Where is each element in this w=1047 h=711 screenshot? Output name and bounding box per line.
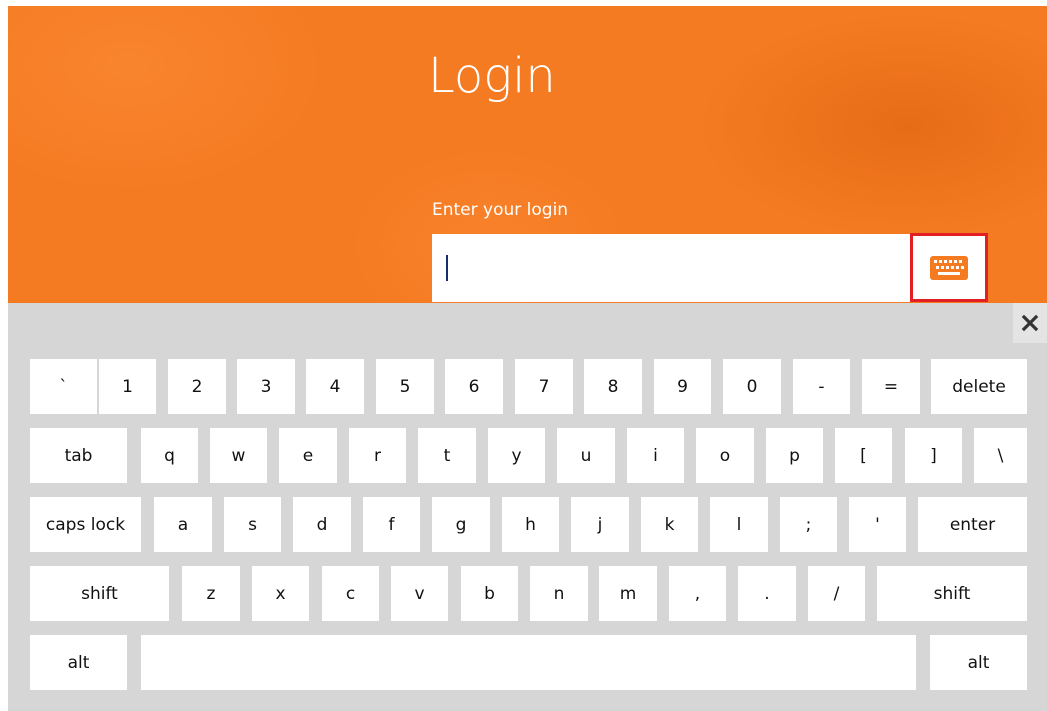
key-8[interactable]: 8 bbox=[584, 359, 642, 414]
key-backtick[interactable]: ` bbox=[30, 359, 97, 414]
key-left-bracket[interactable]: [ bbox=[835, 428, 892, 483]
key-5[interactable]: 5 bbox=[376, 359, 434, 414]
key-c[interactable]: c bbox=[322, 566, 379, 621]
key-f[interactable]: f bbox=[363, 497, 420, 552]
login-input[interactable] bbox=[432, 234, 912, 302]
key-r[interactable]: r bbox=[349, 428, 406, 483]
key-y[interactable]: y bbox=[488, 428, 545, 483]
key-s[interactable]: s bbox=[224, 497, 281, 552]
key-b[interactable]: b bbox=[461, 566, 518, 621]
key-6[interactable]: 6 bbox=[445, 359, 503, 414]
key-caps-lock[interactable]: caps lock bbox=[30, 497, 141, 552]
key-v[interactable]: v bbox=[391, 566, 448, 621]
key-0[interactable]: 0 bbox=[723, 359, 781, 414]
key-1[interactable]: 1 bbox=[99, 359, 156, 414]
key-j[interactable]: j bbox=[571, 497, 629, 552]
key-tab[interactable]: tab bbox=[30, 428, 127, 483]
key-l[interactable]: l bbox=[710, 497, 768, 552]
key-d[interactable]: d bbox=[293, 497, 351, 552]
text-caret bbox=[446, 255, 448, 281]
key-n[interactable]: n bbox=[530, 566, 588, 621]
login-field-label: Enter your login bbox=[432, 200, 569, 220]
page-title: Login bbox=[428, 48, 556, 104]
key-x[interactable]: x bbox=[252, 566, 309, 621]
key-semicolon[interactable]: ; bbox=[780, 497, 837, 552]
key-z[interactable]: z bbox=[182, 566, 240, 621]
key-backslash[interactable]: \ bbox=[974, 428, 1027, 483]
key-7[interactable]: 7 bbox=[515, 359, 573, 414]
key-9[interactable]: 9 bbox=[654, 359, 711, 414]
key-4[interactable]: 4 bbox=[306, 359, 364, 414]
key-delete[interactable]: delete bbox=[931, 359, 1027, 414]
key-apostrophe[interactable]: ' bbox=[849, 497, 906, 552]
keyboard-toggle-button[interactable] bbox=[910, 233, 988, 302]
right-alt-key[interactable]: alt bbox=[930, 635, 1027, 690]
key-g[interactable]: g bbox=[432, 497, 490, 552]
key-e[interactable]: e bbox=[279, 428, 337, 483]
key-2[interactable]: 2 bbox=[168, 359, 226, 414]
key-k[interactable]: k bbox=[641, 497, 698, 552]
left-shift-key[interactable]: shift bbox=[30, 566, 169, 621]
close-icon bbox=[1021, 314, 1039, 332]
keyboard-close-button[interactable] bbox=[1013, 303, 1047, 343]
key-comma[interactable]: , bbox=[669, 566, 726, 621]
key-i[interactable]: i bbox=[627, 428, 684, 483]
key-t[interactable]: t bbox=[418, 428, 476, 483]
key-period[interactable]: . bbox=[738, 566, 796, 621]
key-slash[interactable]: / bbox=[808, 566, 865, 621]
key-m[interactable]: m bbox=[599, 566, 657, 621]
key-a[interactable]: a bbox=[154, 497, 212, 552]
key-p[interactable]: p bbox=[766, 428, 823, 483]
right-shift-key[interactable]: shift bbox=[877, 566, 1027, 621]
key-w[interactable]: w bbox=[210, 428, 267, 483]
key-minus[interactable]: - bbox=[793, 359, 850, 414]
key-h[interactable]: h bbox=[502, 497, 559, 552]
key-o[interactable]: o bbox=[696, 428, 754, 483]
left-alt-key[interactable]: alt bbox=[30, 635, 127, 690]
space-key[interactable] bbox=[141, 635, 916, 690]
key-3[interactable]: 3 bbox=[237, 359, 295, 414]
key-equals[interactable]: = bbox=[862, 359, 920, 414]
keyboard-icon bbox=[930, 255, 968, 280]
key-enter[interactable]: enter bbox=[918, 497, 1027, 552]
key-u[interactable]: u bbox=[557, 428, 615, 483]
key-right-bracket[interactable]: ] bbox=[905, 428, 962, 483]
key-q[interactable]: q bbox=[141, 428, 198, 483]
